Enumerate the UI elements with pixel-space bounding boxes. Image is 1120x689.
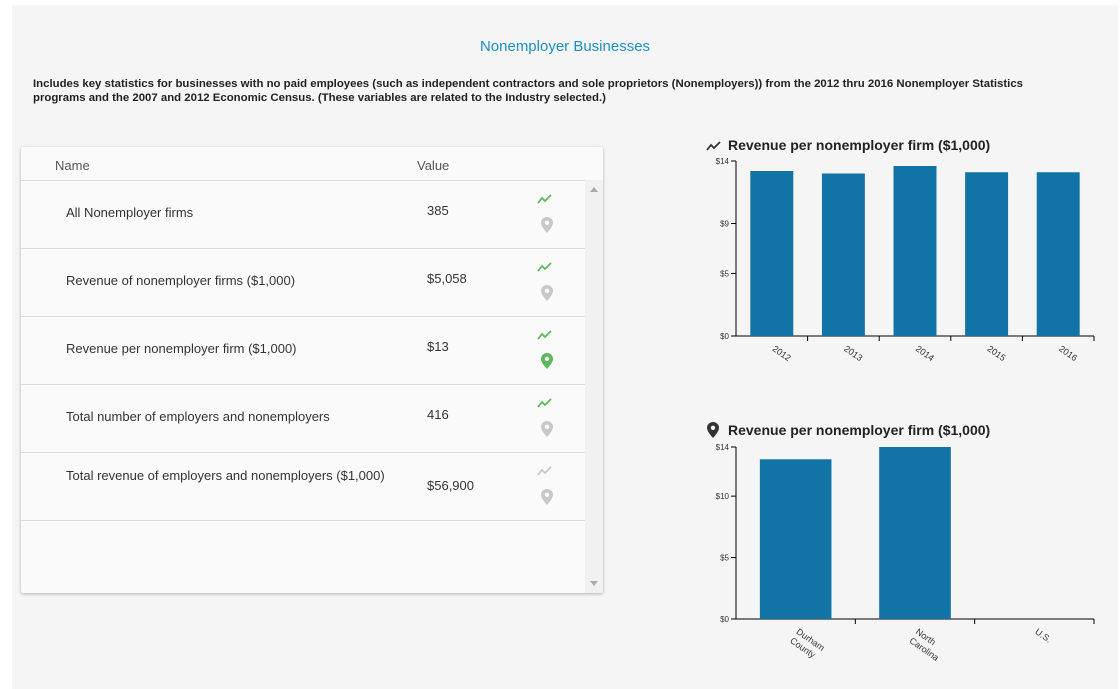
y-tick-label: $14 [716, 157, 730, 166]
row-name: Revenue of nonemployer firms ($1,000) [66, 273, 296, 288]
table-row[interactable]: Revenue of nonemployer firms ($1,000) $5,… [21, 248, 585, 317]
column-header-value[interactable]: Value [417, 158, 449, 173]
map-pin-icon [707, 422, 719, 438]
y-tick-label: $14 [716, 443, 730, 452]
y-tick-label: $5 [720, 270, 729, 279]
row-name: Revenue per nonemployer firm ($1,000) [66, 341, 297, 356]
map-pin-icon[interactable] [541, 285, 553, 301]
trend-bar-chart: $0 $5 $9 $14 2012 2013 2014 2015 2016 [716, 157, 1095, 363]
x-tick-label: 2016 [1057, 343, 1079, 363]
table-row[interactable]: All Nonemployer firms 385 [21, 180, 585, 249]
trend-chart-icon[interactable] [537, 464, 553, 478]
table-body: All Nonemployer firms 385 Revenue of nonem… [21, 180, 585, 593]
geo-bar-chart: $0 $5 $10 $14 DurhamCounty NorthCarolina U.S. [716, 443, 1095, 663]
x-tick-label: DurhamCounty [788, 626, 826, 662]
trend-chart-title: Revenue per nonemployer firm ($1,000) [728, 137, 991, 153]
bar [893, 166, 937, 336]
row-value: 416 [427, 407, 449, 422]
row-value: $13 [427, 339, 449, 354]
trend-chart-icon[interactable] [537, 396, 553, 410]
row-name: All Nonemployer firms [66, 205, 194, 220]
trend-chart-icon[interactable] [537, 328, 553, 342]
statistics-table: Name Value All Nonemployer firms 385 Reven… [21, 147, 603, 593]
bar [821, 173, 865, 336]
geo-chart-title: Revenue per nonemployer firm ($1,000) [728, 422, 991, 438]
trend-line-icon [706, 141, 721, 151]
map-pin-icon[interactable] [541, 353, 553, 369]
map-pin-icon[interactable] [541, 489, 553, 505]
x-tick-label: 2015 [985, 343, 1007, 363]
x-tick-label: NorthCarolina [908, 626, 948, 662]
table-row[interactable]: Revenue per nonemployer firm ($1,000) $13 [21, 316, 585, 385]
x-tick-label: U.S. [1033, 626, 1053, 644]
map-pin-icon[interactable] [541, 421, 553, 437]
x-tick-label: 2013 [842, 343, 864, 363]
bar [750, 171, 794, 336]
row-value: $56,900 [427, 478, 474, 493]
section-title: Nonemployer Businesses [479, 38, 651, 55]
bar [965, 172, 1009, 336]
column-header-name[interactable]: Name [55, 158, 90, 173]
table-scrollbar[interactable] [585, 180, 603, 593]
table-row[interactable]: Total revenue of employers and nonemploy… [21, 452, 585, 521]
bar [879, 447, 951, 619]
y-tick-label: $9 [720, 220, 729, 229]
trend-chart-icon[interactable] [537, 260, 553, 274]
row-name: Total revenue of employers and nonemploy… [66, 468, 385, 483]
row-value: $5,058 [427, 271, 467, 286]
trend-chart-icon[interactable] [537, 192, 553, 206]
y-tick-label: $5 [720, 554, 729, 563]
y-tick-label: $0 [720, 615, 729, 624]
bar [1036, 172, 1080, 336]
map-pin-icon[interactable] [541, 217, 553, 233]
section-description: Includes key statistics for businesses w… [33, 78, 1023, 104]
row-name: Total number of employers and nonemploye… [66, 409, 330, 424]
scroll-up-arrow-icon[interactable] [590, 187, 598, 192]
y-tick-label: $0 [720, 332, 729, 341]
x-tick-label: 2014 [914, 343, 936, 363]
table-row[interactable]: Total number of employers and nonemploye… [21, 384, 585, 453]
x-tick-label: 2012 [771, 343, 793, 363]
scroll-down-arrow-icon[interactable] [590, 581, 598, 586]
table-header: Name Value [21, 147, 603, 181]
bar [759, 459, 832, 619]
y-tick-label: $10 [716, 492, 730, 501]
row-value: 385 [427, 203, 449, 218]
